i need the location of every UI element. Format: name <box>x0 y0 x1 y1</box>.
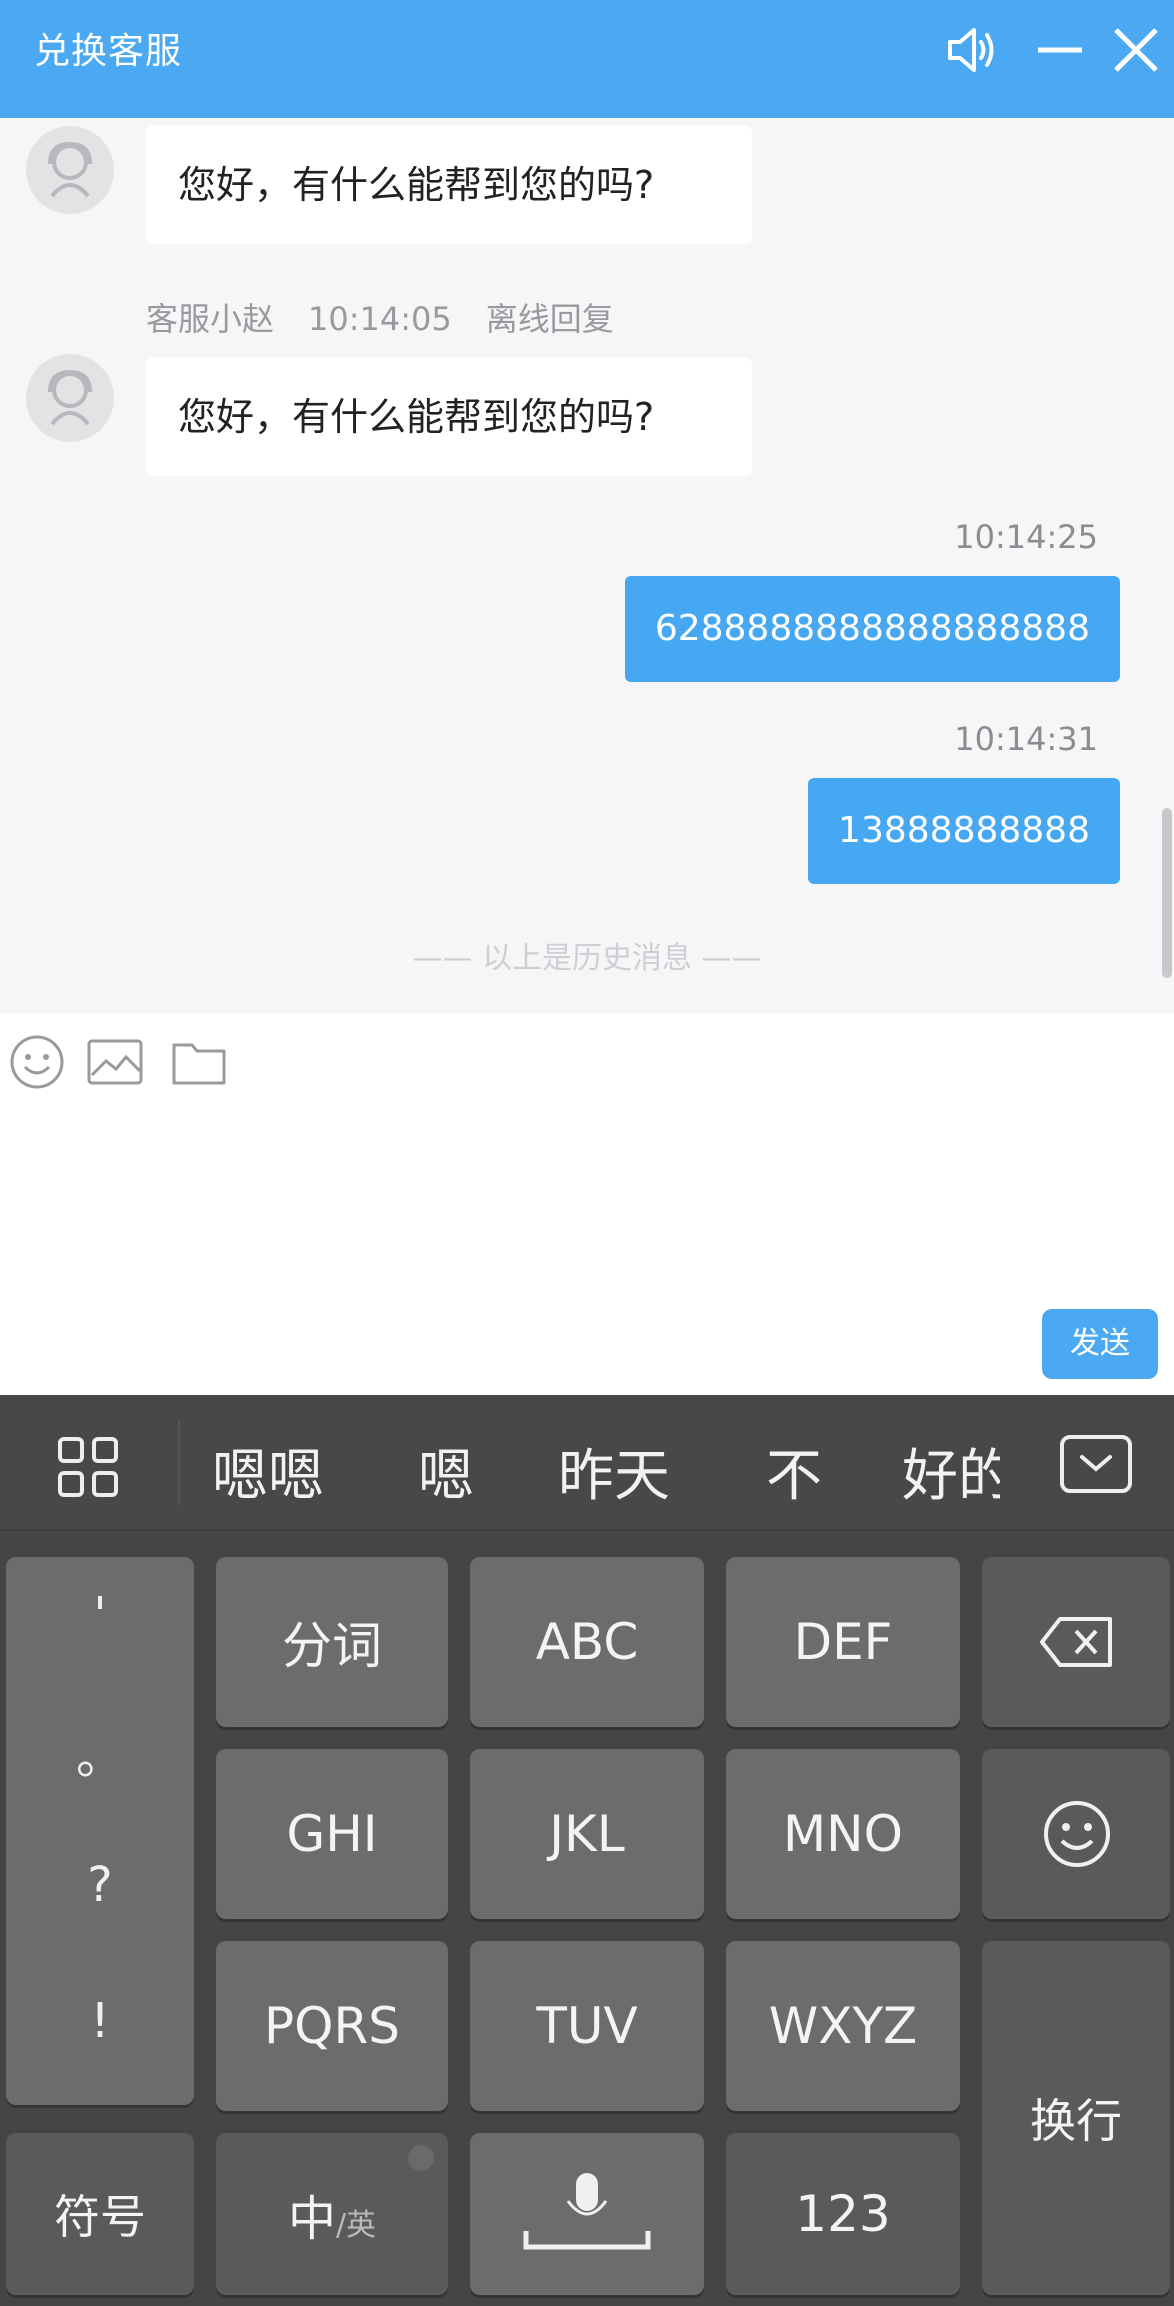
enter-key[interactable]: 换行 <box>982 1941 1170 2295</box>
candidate[interactable]: 好的 <box>902 1431 1000 1512</box>
backspace-key[interactable] <box>982 1557 1170 1727</box>
header-title: 兑换客服 <box>34 31 183 72</box>
key-label: ABC <box>535 1613 639 1671</box>
space-key[interactable] <box>470 2133 704 2295</box>
emoji-icon[interactable] <box>8 1033 66 1091</box>
punct-question[interactable]: ? <box>6 1857 194 1913</box>
key-mno[interactable]: MNO <box>726 1749 960 1919</box>
incoming-message: 您好，有什么能帮到您的吗? <box>146 358 752 476</box>
key-label: TUV <box>536 1997 638 2055</box>
ime-keyboard: 嗯嗯 嗯 昨天 不 好的 ' 。 ? ! 分词 ABC DEF GHI JKL … <box>0 1395 1174 2306</box>
message-input-area[interactable]: 发送 <box>0 1013 1174 1395</box>
punctuation-key[interactable]: ' 。 ? ! <box>6 1557 194 2105</box>
key-label: 换行 <box>1030 2094 1122 2148</box>
key-label: GHI <box>286 1805 378 1863</box>
indicator-dot <box>408 2145 434 2171</box>
message-time: 10:14:25 <box>954 518 1098 556</box>
key-def[interactable]: DEF <box>726 1557 960 1727</box>
key-label: JKL <box>549 1805 625 1863</box>
message-status: 离线回复 <box>485 300 614 338</box>
speaker-icon[interactable] <box>944 20 1000 80</box>
key-fenci[interactable]: 分词 <box>216 1557 448 1727</box>
candidate[interactable]: 嗯 <box>418 1431 474 1512</box>
chat-header: 兑换客服 <box>0 0 1174 118</box>
backspace-icon <box>1040 1617 1112 1667</box>
grid-icon[interactable] <box>56 1435 120 1499</box>
lang-en-label: /英 <box>335 2208 377 2243</box>
close-icon[interactable] <box>1108 20 1164 80</box>
message-meta: 客服小赵 10:14:05 离线回复 <box>146 294 648 340</box>
key-label: 分词 <box>282 1617 382 1675</box>
send-button[interactable]: 发送 <box>1042 1309 1158 1379</box>
key-label: MNO <box>783 1805 903 1863</box>
outgoing-message: 13888888888 <box>808 778 1120 884</box>
image-icon[interactable] <box>86 1033 144 1091</box>
punct-exclamation[interactable]: ! <box>6 1993 194 2049</box>
candidate-separator <box>178 1421 180 1505</box>
agent-avatar <box>26 354 114 442</box>
key-pqrs[interactable]: PQRS <box>216 1941 448 2111</box>
chat-history[interactable]: 您好，有什么能帮到您的吗? 客服小赵 10:14:05 离线回复 您好，有什么能帮到… <box>0 118 1174 1013</box>
minimize-icon[interactable] <box>1032 20 1088 80</box>
chat-scrollbar[interactable] <box>1162 808 1172 978</box>
emoji-key[interactable] <box>982 1749 1170 1919</box>
agent-avatar-icon <box>48 369 92 426</box>
keyboard-hide-icon[interactable] <box>1058 1433 1134 1495</box>
key-abc[interactable]: ABC <box>470 1557 704 1727</box>
lang-zh-label: 中 <box>287 2191 336 2247</box>
message-time: 10:14:05 <box>308 300 452 338</box>
candidate-clip: 好的 <box>898 1395 1000 1531</box>
message-time: 10:14:31 <box>954 720 1098 758</box>
key-label: PQRS <box>264 1997 400 2055</box>
key-tuv[interactable]: TUV <box>470 1941 704 2111</box>
agent-name: 客服小赵 <box>146 300 275 338</box>
key-ghi[interactable]: GHI <box>216 1749 448 1919</box>
candidate[interactable]: 嗯嗯 <box>212 1431 324 1512</box>
key-label: WXYZ <box>768 1997 918 2055</box>
punct-apostrophe[interactable]: ' <box>6 1587 194 1643</box>
agent-avatar-icon <box>48 141 92 198</box>
punct-period[interactable]: 。 <box>6 1717 194 1787</box>
candidate[interactable]: 昨天 <box>558 1431 670 1512</box>
language-switch-key[interactable]: 中/英 <box>216 2133 448 2295</box>
emoji-icon <box>1044 1801 1110 1867</box>
history-divider: —— 以上是历史消息 —— <box>412 941 762 976</box>
candidate-bar: 嗯嗯 嗯 昨天 不 好的 <box>0 1395 1174 1531</box>
key-jkl[interactable]: JKL <box>470 1749 704 1919</box>
incoming-message: 您好，有什么能帮到您的吗? <box>146 126 752 244</box>
symbols-key[interactable]: 符号 <box>6 2133 194 2295</box>
folder-icon[interactable] <box>170 1033 228 1091</box>
agent-avatar <box>26 126 114 214</box>
key-label: 符号 <box>54 2190 146 2244</box>
key-label: DEF <box>793 1613 893 1671</box>
outgoing-message: 6288888888888888888 <box>624 576 1120 682</box>
numbers-key[interactable]: 123 <box>726 2133 960 2295</box>
microphone-icon <box>523 2173 651 2250</box>
key-label: 123 <box>795 2185 891 2243</box>
candidate[interactable]: 不 <box>766 1431 822 1512</box>
key-label: 中/英 <box>216 2179 448 2249</box>
key-wxyz[interactable]: WXYZ <box>726 1941 960 2111</box>
